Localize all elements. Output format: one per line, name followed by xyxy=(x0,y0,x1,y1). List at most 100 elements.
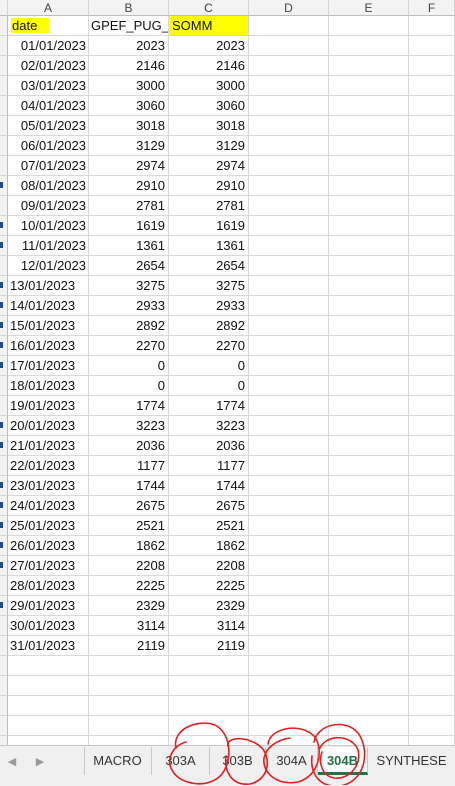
empty-cell[interactable] xyxy=(249,296,329,316)
date-cell[interactable]: 27/01/2023 xyxy=(8,556,89,576)
somm-cell[interactable]: 1774 xyxy=(169,396,249,416)
empty-cell[interactable] xyxy=(329,216,409,236)
empty-cell[interactable] xyxy=(409,36,455,56)
empty-cell[interactable] xyxy=(329,476,409,496)
empty-cell[interactable] xyxy=(329,436,409,456)
empty-cell[interactable] xyxy=(329,356,409,376)
empty-cell[interactable] xyxy=(329,636,409,656)
somm-cell[interactable] xyxy=(169,656,249,676)
empty-cell[interactable] xyxy=(409,456,455,476)
row-header[interactable] xyxy=(0,176,8,196)
empty-cell[interactable] xyxy=(409,96,455,116)
empty-cell[interactable] xyxy=(249,236,329,256)
date-cell[interactable]: 25/01/2023 xyxy=(8,516,89,536)
date-cell[interactable]: 28/01/2023 xyxy=(8,576,89,596)
somm-cell[interactable]: 2329 xyxy=(169,596,249,616)
empty-cell[interactable] xyxy=(409,516,455,536)
somm-cell[interactable]: 2225 xyxy=(169,576,249,596)
empty-cell[interactable] xyxy=(249,356,329,376)
date-cell[interactable]: 26/01/2023 xyxy=(8,536,89,556)
date-cell[interactable] xyxy=(8,736,89,745)
empty-cell[interactable] xyxy=(409,196,455,216)
empty-cell[interactable] xyxy=(249,596,329,616)
row-header[interactable] xyxy=(0,596,8,616)
gpef-cell[interactable] xyxy=(89,716,169,736)
empty-cell[interactable] xyxy=(329,536,409,556)
gpef-cell[interactable]: 2974 xyxy=(89,156,169,176)
empty-cell[interactable] xyxy=(409,736,455,745)
somm-cell[interactable]: 2036 xyxy=(169,436,249,456)
empty-cell[interactable] xyxy=(249,576,329,596)
somm-cell[interactable]: 3129 xyxy=(169,136,249,156)
empty-cell[interactable] xyxy=(249,496,329,516)
empty-cell[interactable] xyxy=(409,376,455,396)
empty-cell[interactable] xyxy=(329,696,409,716)
row-header[interactable] xyxy=(0,736,8,745)
gpef-cell[interactable]: 1361 xyxy=(89,236,169,256)
somm-cell[interactable]: 0 xyxy=(169,376,249,396)
row-header[interactable] xyxy=(0,536,8,556)
empty-cell[interactable] xyxy=(329,616,409,636)
somm-cell[interactable] xyxy=(169,736,249,745)
date-cell[interactable]: 30/01/2023 xyxy=(8,616,89,636)
empty-cell[interactable] xyxy=(409,476,455,496)
empty-cell[interactable] xyxy=(249,176,329,196)
row-header[interactable] xyxy=(0,636,8,656)
gpef-cell[interactable]: 2208 xyxy=(89,556,169,576)
empty-cell[interactable] xyxy=(409,436,455,456)
date-cell[interactable]: 11/01/2023 xyxy=(8,236,89,256)
empty-cell[interactable] xyxy=(409,616,455,636)
somm-cell[interactable]: 1619 xyxy=(169,216,249,236)
row-header[interactable] xyxy=(0,256,8,276)
tab-303b[interactable]: 303B xyxy=(210,747,266,775)
row-header[interactable] xyxy=(0,16,8,36)
empty-cell[interactable] xyxy=(249,716,329,736)
gpef-cell[interactable]: 3223 xyxy=(89,416,169,436)
tab-synthese[interactable]: SYNTHESE xyxy=(368,747,455,775)
somm-cell[interactable]: 3018 xyxy=(169,116,249,136)
somm-cell[interactable]: 2892 xyxy=(169,316,249,336)
gpef-cell[interactable]: 2329 xyxy=(89,596,169,616)
empty-cell[interactable] xyxy=(409,56,455,76)
date-cell[interactable]: 31/01/2023 xyxy=(8,636,89,656)
row-header[interactable] xyxy=(0,556,8,576)
gpef-cell[interactable]: 0 xyxy=(89,376,169,396)
gpef-cell[interactable]: 2781 xyxy=(89,196,169,216)
empty-cell[interactable] xyxy=(409,496,455,516)
gpef-cell[interactable]: 2270 xyxy=(89,336,169,356)
empty-cell[interactable] xyxy=(329,716,409,736)
date-cell[interactable] xyxy=(8,676,89,696)
empty-cell[interactable] xyxy=(409,576,455,596)
date-cell[interactable]: 14/01/2023 xyxy=(8,296,89,316)
date-cell[interactable]: 29/01/2023 xyxy=(8,596,89,616)
empty-cell[interactable] xyxy=(249,656,329,676)
column-header-d[interactable]: D xyxy=(249,0,329,16)
empty-cell[interactable] xyxy=(409,656,455,676)
row-header[interactable] xyxy=(0,616,8,636)
column-header-f[interactable]: F xyxy=(409,0,455,16)
empty-cell[interactable] xyxy=(329,36,409,56)
date-cell[interactable]: 05/01/2023 xyxy=(8,116,89,136)
gpef-cell[interactable]: 3018 xyxy=(89,116,169,136)
date-cell[interactable]: 09/01/2023 xyxy=(8,196,89,216)
tab-303a[interactable]: 303A xyxy=(152,747,210,775)
empty-cell[interactable] xyxy=(329,236,409,256)
row-header[interactable] xyxy=(0,656,8,676)
empty-cell[interactable] xyxy=(249,216,329,236)
gpef-cell[interactable] xyxy=(89,676,169,696)
gpef-cell[interactable]: 2119 xyxy=(89,636,169,656)
somm-cell[interactable]: 2974 xyxy=(169,156,249,176)
empty-cell[interactable] xyxy=(329,676,409,696)
empty-cell[interactable] xyxy=(409,636,455,656)
somm-cell[interactable]: 2023 xyxy=(169,36,249,56)
date-cell[interactable]: 18/01/2023 xyxy=(8,376,89,396)
empty-cell[interactable] xyxy=(409,176,455,196)
somm-cell[interactable]: 3060 xyxy=(169,96,249,116)
empty-cell[interactable] xyxy=(329,336,409,356)
row-header[interactable] xyxy=(0,716,8,736)
row-header[interactable] xyxy=(0,216,8,236)
row-header[interactable] xyxy=(0,76,8,96)
empty-cell[interactable] xyxy=(329,556,409,576)
empty-cell[interactable] xyxy=(409,336,455,356)
empty-cell[interactable] xyxy=(329,396,409,416)
